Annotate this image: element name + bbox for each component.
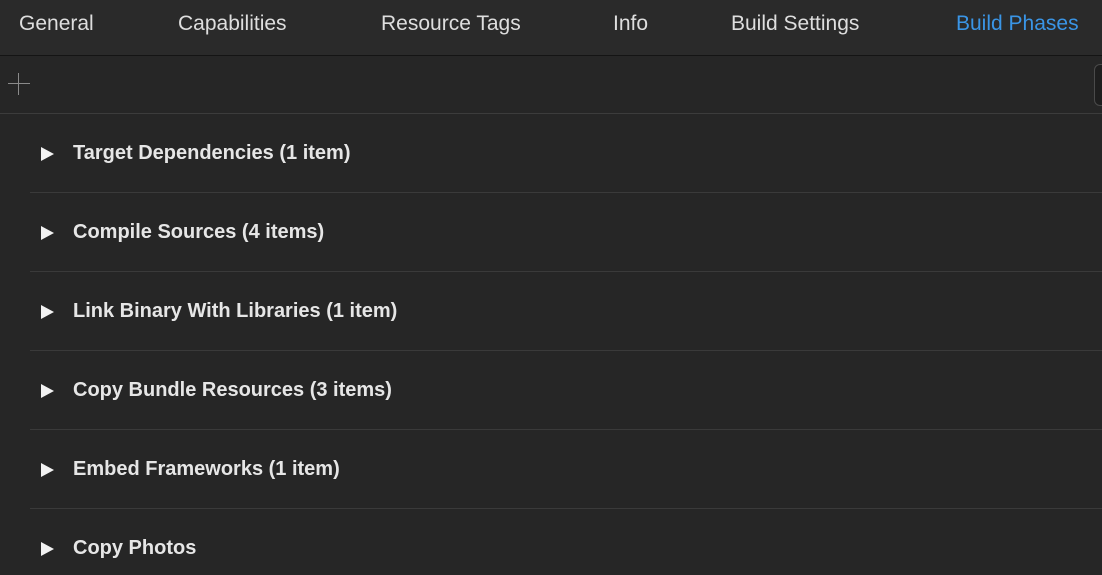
phase-label: Copy Photos [73,537,197,559]
phase-link-binary-with-libraries[interactable]: Link Binary With Libraries (1 item) [30,272,1102,351]
phase-label: Copy Bundle Resources (3 items) [73,379,392,401]
disclosure-triangle-icon[interactable] [41,463,54,477]
disclosure-triangle-icon[interactable] [41,384,54,398]
editor-tab-bar: General Capabilities Resource Tags Info … [0,0,1102,56]
disclosure-triangle-icon[interactable] [41,305,54,319]
tab-info[interactable]: Info [613,12,648,36]
phases-toolbar [0,56,1102,114]
plus-icon[interactable] [8,73,30,95]
phase-compile-sources[interactable]: Compile Sources (4 items) [30,193,1102,272]
phase-label: Embed Frameworks (1 item) [73,458,340,480]
phase-copy-photos[interactable]: Copy Photos [30,509,1102,575]
disclosure-triangle-icon[interactable] [41,542,54,556]
tab-resource-tags[interactable]: Resource Tags [381,12,521,36]
tab-build-settings[interactable]: Build Settings [731,12,859,36]
tab-build-phases[interactable]: Build Phases [956,12,1079,36]
filter-field[interactable] [1094,64,1102,106]
tab-general[interactable]: General [19,12,94,36]
phase-embed-frameworks[interactable]: Embed Frameworks (1 item) [30,430,1102,509]
phase-label: Target Dependencies (1 item) [73,142,351,164]
phase-label: Compile Sources (4 items) [73,221,325,243]
phase-label: Link Binary With Libraries (1 item) [73,300,398,322]
phase-target-dependencies[interactable]: Target Dependencies (1 item) [30,114,1102,193]
build-phases-editor: General Capabilities Resource Tags Info … [0,0,1102,575]
disclosure-triangle-icon[interactable] [41,147,54,161]
tab-capabilities[interactable]: Capabilities [178,12,287,36]
phase-copy-bundle-resources[interactable]: Copy Bundle Resources (3 items) [30,351,1102,430]
disclosure-triangle-icon[interactable] [41,226,54,240]
